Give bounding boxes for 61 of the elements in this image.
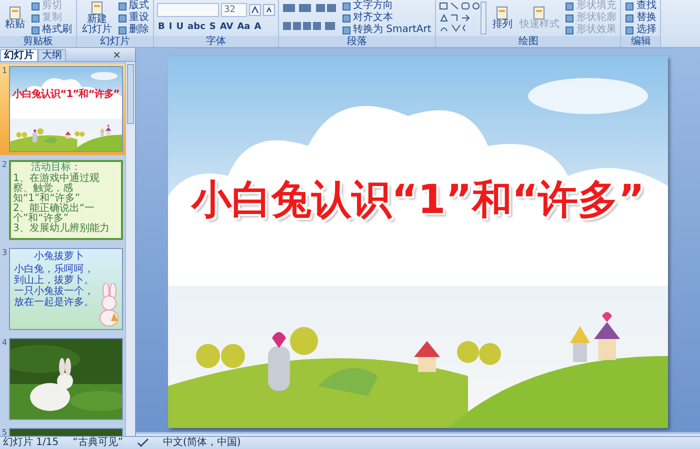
group-label: 剪贴板	[0, 36, 76, 47]
group-label: 幻灯片	[77, 36, 153, 47]
slide-thumbnail[interactable]: 小白兔认识“1”和“许多”	[9, 66, 123, 152]
slide-thumbnail[interactable]: 小兔拔萝卜 小白兔，乐呵呵， 到山上，拔萝卜。 一只小兔拔一个， 放在一起是许多。	[9, 248, 123, 330]
slide-title: 小白兔认识“1”和“许多”	[11, 88, 120, 101]
ribbon-button[interactable]: 替换	[624, 12, 658, 24]
language: 中文(简体，中国)	[163, 437, 241, 449]
theme-name: “古典可见”	[72, 437, 124, 449]
slide-text: 放在一起是许多。	[14, 297, 95, 308]
ribbon-button[interactable]: 重设	[117, 12, 150, 24]
format-button[interactable]: U	[175, 20, 185, 34]
ribbon-button[interactable]: 删除	[117, 24, 150, 36]
slide-text: 1、在游戏中通过观察、触觉，感知“1”和“许多”	[13, 174, 100, 204]
group-label: 字体	[154, 36, 278, 47]
slide-counter: 幻灯片 1/15	[3, 437, 59, 449]
group-label: 编辑	[621, 36, 660, 47]
format-button[interactable]: I	[168, 20, 174, 34]
slide-text: 小白兔，乐呵呵，	[14, 264, 95, 275]
ribbon-button[interactable]: 选择	[624, 24, 658, 36]
selected-slide-highlight[interactable]: 1 小白兔认识“1”和“许多”	[0, 64, 125, 155]
group-label: 绘图	[436, 36, 620, 47]
spellcheck-icon	[137, 438, 150, 448]
scrollbar-thumb[interactable]	[127, 64, 134, 124]
group-label: 段落	[279, 36, 436, 47]
panel-tab[interactable]: 幻灯片	[0, 49, 38, 61]
slide-text: 到山上，拔萝卜。	[14, 275, 95, 286]
slide-heading: 小兔拔萝卜	[33, 251, 85, 262]
format-button[interactable]: abc	[186, 20, 206, 34]
slide-thumbnail[interactable]: 活动目标： 1、在游戏中通过观察、触觉，感知“1”和“许多” 2、能正确说出“一个”和“许多” 3、发展幼儿辨别能力	[9, 160, 123, 240]
slide-number: 5	[1, 428, 8, 436]
slide-text: 一只小兔拔一个，	[14, 286, 95, 297]
ribbon-button[interactable]: 排列	[490, 5, 514, 31]
ribbon-button[interactable]: 版式	[117, 0, 150, 12]
font-size-field[interactable]: 32	[221, 2, 247, 16]
shapes-gallery-icon	[439, 1, 488, 35]
ribbon-button[interactable]: 新建 幻灯片	[80, 0, 114, 36]
slide-number: 2	[1, 160, 8, 169]
ribbon-button[interactable]: 转换为 SmartArt	[341, 24, 432, 36]
slide-title: 小白兔认识“1”和“许多”	[190, 176, 646, 225]
shrink-font-icon	[263, 4, 275, 16]
slide-heading: 活动目标：	[30, 163, 81, 173]
grow-font-icon	[249, 4, 261, 16]
slide-number: 1	[1, 66, 8, 75]
ribbon-button[interactable]: 查找	[624, 0, 658, 12]
slide-text: 2、能正确说出“一个”和“许多”	[13, 204, 95, 224]
slide-number: 3	[1, 248, 8, 257]
font-name-field[interactable]	[157, 2, 219, 16]
format-button[interactable]: S	[208, 20, 217, 34]
ribbon-button[interactable]: 粘贴	[3, 5, 27, 31]
format-button[interactable]: Aa	[236, 20, 252, 34]
ribbon-button[interactable]: 格式刷	[30, 24, 73, 36]
panel-tab[interactable]: 大纲	[38, 49, 66, 61]
rabbit-drawing	[97, 283, 121, 327]
format-button[interactable]: B	[157, 20, 166, 34]
format-button[interactable]: AV	[218, 20, 234, 34]
format-button[interactable]: A	[253, 20, 262, 34]
ribbon-button[interactable]: 对齐文本	[341, 12, 432, 24]
slide-text: 3、发展幼儿辨别能力	[13, 224, 110, 234]
close-button[interactable]: ×	[112, 50, 135, 61]
slide-number: 4	[1, 338, 8, 347]
scrollbar[interactable]	[125, 62, 135, 436]
